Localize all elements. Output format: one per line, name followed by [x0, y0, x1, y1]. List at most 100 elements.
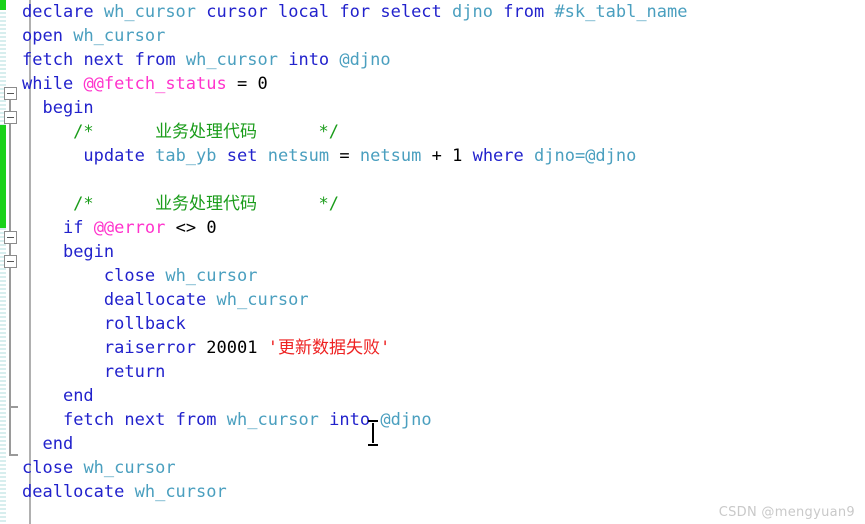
code-token: netsum — [359, 146, 422, 166]
code-token: wh_cursor — [185, 50, 278, 70]
code-token: from — [175, 410, 217, 430]
change-indicator-bar-1 — [0, 0, 6, 10]
code-line-begin-inner[interactable]: begin — [22, 240, 688, 264]
code-line-comment-top[interactable]: /* 业务处理代码 */ — [22, 120, 688, 144]
code-token: fetch — [22, 50, 74, 70]
code-line-deallocate-final[interactable]: deallocate wh_cursor — [22, 480, 688, 504]
code-token: while — [22, 74, 74, 94]
code-line-return[interactable]: return — [22, 360, 688, 384]
code-token: 更新数据失败 — [277, 338, 380, 358]
code-token: @@error — [93, 218, 166, 238]
code-line-declare[interactable]: declare wh_cursor cursor local for selec… — [22, 0, 688, 24]
code-token: ' — [379, 338, 391, 358]
code-line-end-inner[interactable]: end — [22, 384, 688, 408]
code-token: netsum — [267, 146, 330, 166]
change-indicator-bar-2 — [0, 125, 6, 228]
code-token: = — [339, 146, 350, 166]
code-token: declare — [22, 2, 94, 22]
code-token: begin — [62, 242, 115, 262]
code-token: ' — [267, 338, 278, 358]
code-token: 0 — [206, 218, 217, 238]
code-line-close-inner[interactable]: close wh_cursor — [22, 264, 688, 288]
code-token: 业务处理代码 — [155, 122, 258, 142]
fold-end-inner — [9, 406, 18, 408]
fold-box-begin-inner[interactable] — [4, 255, 17, 268]
code-token: */ — [257, 194, 339, 214]
code-token: for — [339, 2, 371, 22]
code-token: deallocate — [22, 482, 125, 502]
code-token: fetch — [62, 410, 115, 430]
code-token: djno=@djno — [534, 146, 637, 166]
code-token: select — [380, 2, 442, 22]
code-token: rollback — [103, 314, 186, 334]
code-token: return — [103, 362, 166, 382]
code-token: wh_cursor — [83, 458, 176, 478]
code-token: local — [277, 2, 330, 22]
code-token: end — [42, 434, 74, 454]
code-line-open[interactable]: open wh_cursor — [22, 24, 688, 48]
code-line-end-outer[interactable]: end — [22, 432, 688, 456]
code-token: from — [134, 50, 176, 70]
code-line-while[interactable]: while @@fetch_status = 0 — [22, 72, 688, 96]
code-line-rollback[interactable]: rollback — [22, 312, 688, 336]
code-line-close-final[interactable]: close wh_cursor — [22, 456, 688, 480]
fold-box-while[interactable] — [4, 87, 17, 100]
code-line-fetch-first[interactable]: fetch next from wh_cursor into @djno — [22, 48, 688, 72]
code-token: close — [103, 266, 156, 286]
code-token: cursor — [206, 2, 268, 22]
code-line-blank-1[interactable] — [22, 168, 688, 192]
sql-code-editor[interactable]: declare wh_cursor cursor local for selec… — [0, 0, 865, 524]
code-text-area[interactable]: declare wh_cursor cursor local for selec… — [22, 0, 688, 504]
code-token: into — [288, 50, 330, 70]
fold-box-begin[interactable] — [4, 111, 17, 124]
code-token: wh_cursor — [73, 26, 166, 46]
code-line-fetch-loop[interactable]: fetch next from wh_cursor into @djno — [22, 408, 688, 432]
code-token: deallocate — [103, 290, 207, 310]
code-line-begin-outer[interactable]: begin — [22, 96, 688, 120]
code-token: <> — [175, 218, 197, 238]
code-token: 0 — [257, 74, 268, 94]
code-token: @@fetch_status — [83, 74, 227, 94]
code-line-update[interactable]: update tab_yb set netsum = netsum + 1 wh… — [22, 144, 688, 168]
fold-box-if[interactable] — [4, 231, 17, 244]
code-token: into — [329, 410, 371, 430]
code-line-if-error[interactable]: if @@error <> 0 — [22, 216, 688, 240]
code-token: wh_cursor — [226, 410, 319, 430]
code-line-comment-bottom[interactable]: /* 业务处理代码 */ — [22, 192, 688, 216]
code-line-deallocate-inner[interactable]: deallocate wh_cursor — [22, 288, 688, 312]
code-token: from — [503, 2, 545, 22]
code-token: /* — [22, 122, 156, 142]
code-line-raiserror[interactable]: raiserror 20001 '更新数据失败' — [22, 336, 688, 360]
